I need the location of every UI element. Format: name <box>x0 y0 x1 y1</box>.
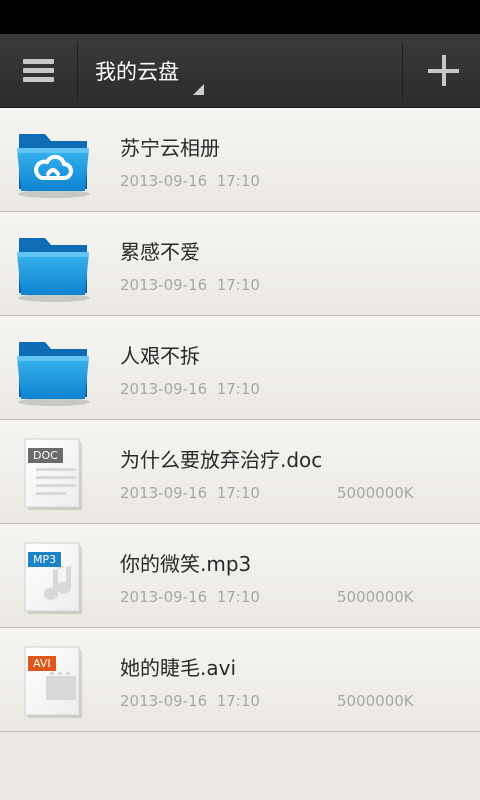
file-date: 2013-09-16 17:10 <box>120 484 260 502</box>
list-item[interactable]: AVI 她的睫毛.avi 2013-09-16 17:10 5000000K <box>0 628 480 732</box>
list-item[interactable]: 苏宁云相册 2013-09-16 17:10 <box>0 108 480 212</box>
file-list: 苏宁云相册 2013-09-16 17:10 累感不爱 2013-09-16 17:… <box>0 108 480 732</box>
toolbar: 我的云盘 <box>0 34 480 108</box>
file-date: 2013-09-16 17:10 <box>120 588 260 606</box>
folder-icon <box>14 332 94 408</box>
file-name: 为什么要放弃治疗.doc <box>120 448 323 472</box>
file-size: 5000000K <box>337 588 414 606</box>
file-date: 2013-09-16 17:10 <box>120 692 260 710</box>
mp3-file-icon: MP3 <box>14 540 94 616</box>
folder-selector[interactable]: 我的云盘 <box>80 34 210 108</box>
page-title: 我的云盘 <box>95 60 179 84</box>
status-bar <box>0 0 480 34</box>
add-button[interactable] <box>404 34 480 108</box>
file-name: 你的微笑.mp3 <box>120 552 252 576</box>
file-name: 她的睫毛.avi <box>120 656 237 680</box>
file-type-badge: MP3 <box>28 552 62 567</box>
file-date: 2013-09-16 17:10 <box>120 380 260 398</box>
toolbar-divider <box>77 42 78 100</box>
file-name: 累感不爱 <box>120 240 200 264</box>
avi-file-icon: AVI <box>14 644 94 720</box>
file-type-badge: AVI <box>28 656 56 671</box>
list-item[interactable]: 人艰不拆 2013-09-16 17:10 <box>0 316 480 420</box>
file-date: 2013-09-16 17:10 <box>120 276 260 294</box>
cloud-folder-icon <box>14 124 94 200</box>
toolbar-divider <box>402 42 403 100</box>
file-size: 5000000K <box>337 484 414 502</box>
list-item[interactable]: DOC 为什么要放弃治疗.doc 2013-09-16 17:10 5000000K <box>0 420 480 524</box>
file-name: 人艰不拆 <box>120 344 200 368</box>
list-item[interactable]: MP3 你的微笑.mp3 2013-09-16 17:10 5000000K <box>0 524 480 628</box>
dropdown-caret-icon <box>193 84 204 95</box>
file-size: 5000000K <box>337 692 414 710</box>
file-type-badge: DOC <box>28 448 63 463</box>
doc-file-icon: DOC <box>14 436 94 512</box>
menu-button[interactable] <box>0 34 78 108</box>
file-date: 2013-09-16 17:10 <box>120 172 260 190</box>
file-name: 苏宁云相册 <box>120 136 220 160</box>
folder-icon <box>14 228 94 304</box>
list-item[interactable]: 累感不爱 2013-09-16 17:10 <box>0 212 480 316</box>
